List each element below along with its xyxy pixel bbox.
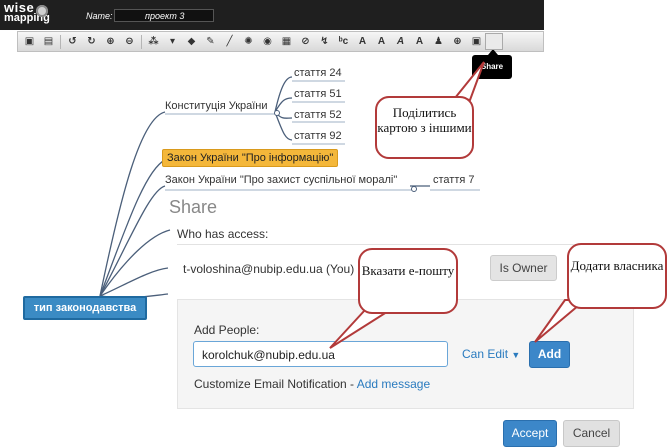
callout-add-owner: Додати власника <box>567 243 667 309</box>
permission-dropdown[interactable]: Can Edit ▼ <box>462 347 520 361</box>
caret-down-icon: ▼ <box>511 350 521 360</box>
accept-button[interactable]: Accept <box>503 420 557 447</box>
callout-share-map: Поділитись картою з іншими <box>375 96 474 159</box>
customize-notification: Customize Email Notification - Add messa… <box>194 377 430 391</box>
node-article-51[interactable]: стаття 51 <box>294 88 342 100</box>
node-root[interactable]: тип законодавства <box>23 296 147 320</box>
node-morality-law[interactable]: Закон України "Про захист суспільної мор… <box>165 174 397 186</box>
share-button[interactable] <box>485 33 503 50</box>
cancel-button[interactable]: Cancel <box>563 420 620 447</box>
owner-role-button[interactable]: Is Owner <box>490 255 557 281</box>
customize-text: Customize Email Notification - <box>194 377 357 391</box>
node-article-24[interactable]: стаття 24 <box>294 67 342 79</box>
node-info-law[interactable]: Закон України "Про інформацію" <box>162 149 339 167</box>
node-article-7[interactable]: стаття 7 <box>433 174 475 186</box>
owner-email: t-voloshina@nubip.edu.ua (You) <box>183 262 355 276</box>
node-article-52[interactable]: стаття 52 <box>294 109 342 121</box>
callout-email: Вказати е-пошту <box>358 248 458 314</box>
add-message-link[interactable]: Add message <box>357 377 430 391</box>
node-article-92[interactable]: стаття 92 <box>294 130 342 142</box>
share-dialog-title: Share <box>169 197 218 217</box>
permission-label: Can Edit <box>462 347 509 361</box>
node-constitution[interactable]: Конституція України <box>165 100 268 112</box>
who-has-access-label: Who has access: <box>177 227 269 241</box>
divider <box>177 244 634 245</box>
add-people-label: Add People: <box>194 323 260 337</box>
